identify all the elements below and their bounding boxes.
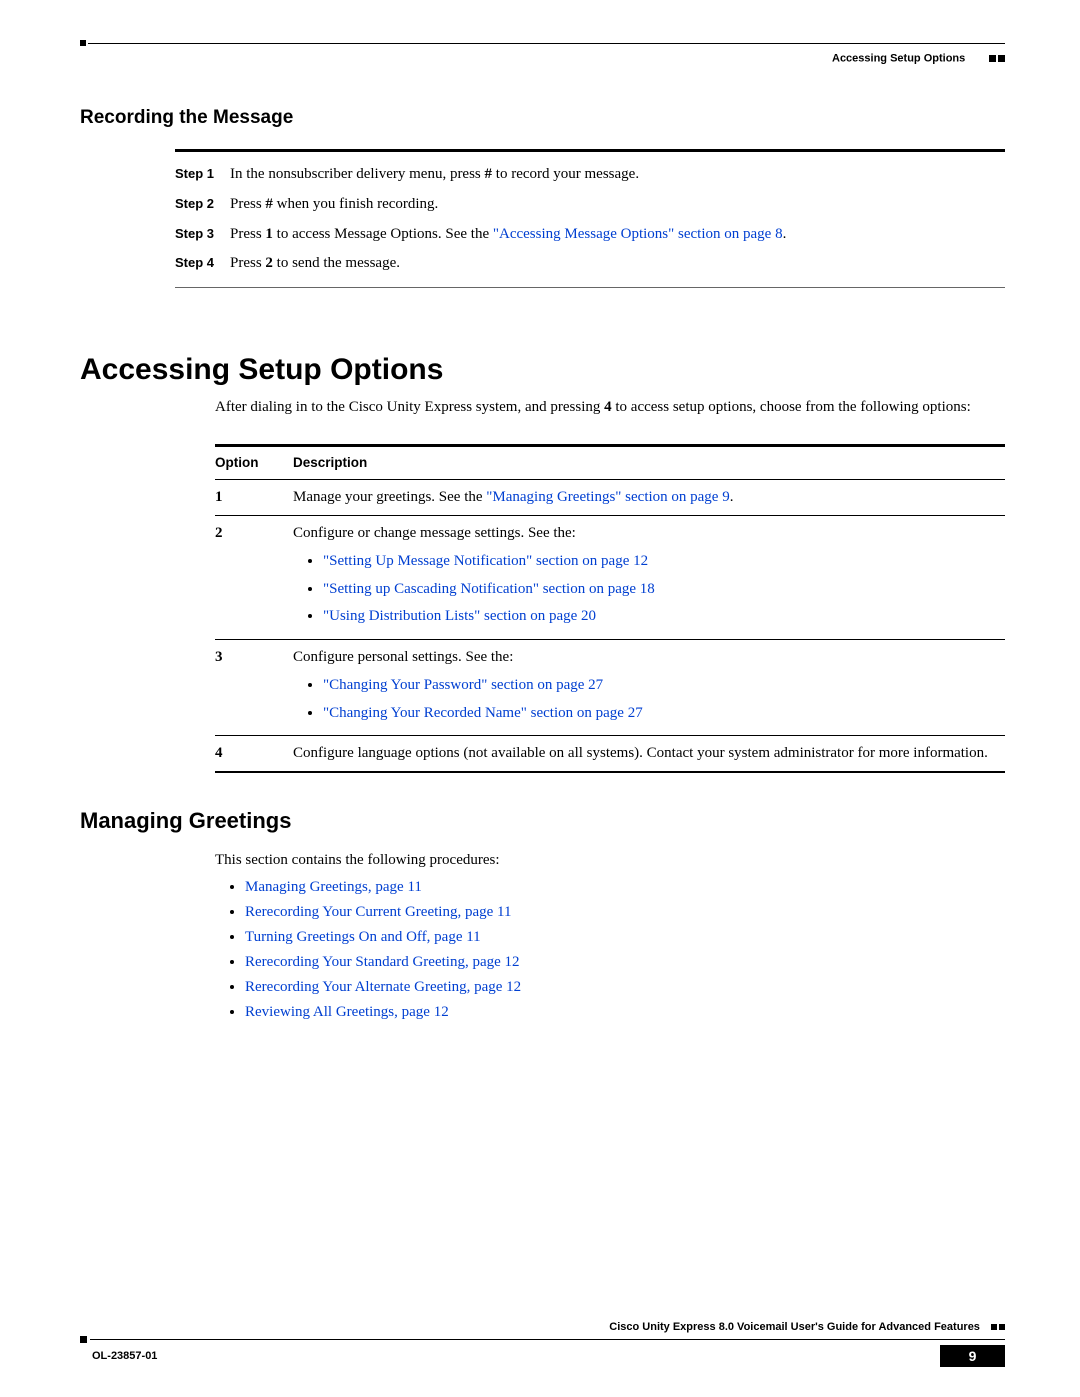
xref-link[interactable]: Reviewing All Greetings, page 12 bbox=[245, 1004, 449, 1020]
option-sublist: "Changing Your Password" section on page… bbox=[293, 674, 997, 724]
page-number-box: 9 bbox=[940, 1345, 1005, 1367]
xref-link[interactable]: Rerecording Your Current Greeting, page … bbox=[245, 904, 511, 920]
header-rule bbox=[80, 40, 1005, 46]
options-col-head-option: Option bbox=[215, 445, 293, 479]
footer-bottom-row: OL-23857-01 9 bbox=[80, 1345, 1005, 1367]
document-page: Accessing Setup Options Recording the Me… bbox=[0, 0, 1080, 1397]
list-item: Rerecording Your Standard Greeting, page… bbox=[245, 954, 1005, 971]
list-item: Turning Greetings On and Off, page 11 bbox=[245, 929, 1005, 946]
list-item: Rerecording Your Alternate Greeting, pag… bbox=[245, 979, 1005, 996]
xref-link[interactable]: "Setting up Cascading Notification" sect… bbox=[323, 581, 655, 597]
setup-heading: Accessing Setup Options bbox=[80, 353, 1005, 387]
list-item: Managing Greetings, page 11 bbox=[245, 879, 1005, 896]
option-desc: Configure or change message settings. Se… bbox=[293, 515, 1005, 639]
table-row: 1 Manage your greetings. See the "Managi… bbox=[215, 480, 1005, 516]
options-col-head-desc: Description bbox=[293, 445, 1005, 479]
header-tick-icon bbox=[80, 40, 86, 46]
footer-tick-icon bbox=[80, 1336, 87, 1343]
footer-doc-number: OL-23857-01 bbox=[92, 1350, 157, 1362]
steps-top-rule bbox=[175, 149, 1005, 152]
option-desc: Manage your greetings. See the "Managing… bbox=[293, 480, 1005, 516]
steps-list: Step 1 In the nonsubscriber delivery men… bbox=[175, 160, 1005, 279]
option-number: 2 bbox=[215, 515, 293, 639]
step-text: Press 1 to access Message Options. See t… bbox=[230, 224, 1005, 246]
header-squares-icon bbox=[987, 50, 1005, 67]
step-label: Step 2 bbox=[175, 194, 230, 216]
option-desc: Configure language options (not availabl… bbox=[293, 736, 1005, 772]
step-text: In the nonsubscriber delivery menu, pres… bbox=[230, 164, 1005, 186]
options-table: Option Description 1 Manage your greetin… bbox=[215, 444, 1005, 773]
greetings-lead: This section contains the following proc… bbox=[215, 852, 1005, 869]
header-line bbox=[88, 43, 1005, 44]
list-item: Rerecording Your Current Greeting, page … bbox=[245, 904, 1005, 921]
xref-link[interactable]: "Changing Your Password" section on page… bbox=[323, 677, 603, 693]
xref-link[interactable]: "Setting Up Message Notification" sectio… bbox=[323, 553, 648, 569]
steps-bottom-rule bbox=[175, 287, 1005, 288]
list-item: "Setting up Cascading Notification" sect… bbox=[323, 578, 997, 601]
procedures-list: Managing Greetings, page 11 Rerecording … bbox=[215, 879, 1005, 1021]
step-text: Press # when you finish recording. bbox=[230, 194, 1005, 216]
table-row: 4 Configure language options (not availa… bbox=[215, 736, 1005, 772]
option-number: 3 bbox=[215, 639, 293, 736]
option-number: 1 bbox=[215, 480, 293, 516]
xref-link[interactable]: Turning Greetings On and Off, page 11 bbox=[245, 929, 481, 945]
step-label: Step 4 bbox=[175, 253, 230, 275]
header-chapter-label: Accessing Setup Options bbox=[832, 53, 965, 65]
table-row: 2 Configure or change message settings. … bbox=[215, 515, 1005, 639]
footer-guide-title: Cisco Unity Express 8.0 Voicemail User's… bbox=[609, 1321, 980, 1333]
step-text: Press 2 to send the message. bbox=[230, 253, 1005, 275]
xref-link[interactable]: "Changing Your Recorded Name" section on… bbox=[323, 705, 643, 721]
footer-squares-icon bbox=[989, 1321, 1005, 1333]
step-row: Step 4 Press 2 to send the message. bbox=[175, 249, 1005, 279]
footer-line bbox=[90, 1339, 1005, 1340]
recording-heading: Recording the Message bbox=[80, 107, 1005, 129]
step-row: Step 1 In the nonsubscriber delivery men… bbox=[175, 160, 1005, 190]
step-row: Step 3 Press 1 to access Message Options… bbox=[175, 220, 1005, 250]
list-item: "Changing Your Recorded Name" section on… bbox=[323, 702, 997, 725]
option-desc: Configure personal settings. See the: "C… bbox=[293, 639, 1005, 736]
footer-guide-row: Cisco Unity Express 8.0 Voicemail User's… bbox=[80, 1321, 1005, 1333]
list-item: "Using Distribution Lists" section on pa… bbox=[323, 605, 997, 628]
table-row: 3 Configure personal settings. See the: … bbox=[215, 639, 1005, 736]
step-label: Step 1 bbox=[175, 164, 230, 186]
step-row: Step 2 Press # when you finish recording… bbox=[175, 190, 1005, 220]
xref-link[interactable]: "Managing Greetings" section on page 9 bbox=[486, 489, 729, 505]
xref-link[interactable]: "Using Distribution Lists" section on pa… bbox=[323, 608, 596, 624]
footer-rule bbox=[80, 1336, 1005, 1343]
xref-link[interactable]: Rerecording Your Alternate Greeting, pag… bbox=[245, 979, 521, 995]
greetings-heading: Managing Greetings bbox=[80, 808, 1005, 834]
xref-link[interactable]: "Accessing Message Options" section on p… bbox=[493, 226, 783, 242]
xref-link[interactable]: Managing Greetings, page 11 bbox=[245, 879, 422, 895]
option-sublist: "Setting Up Message Notification" sectio… bbox=[293, 550, 997, 628]
list-item: Reviewing All Greetings, page 12 bbox=[245, 1004, 1005, 1021]
list-item: "Setting Up Message Notification" sectio… bbox=[323, 550, 997, 573]
list-item: "Changing Your Password" section on page… bbox=[323, 674, 997, 697]
step-label: Step 3 bbox=[175, 224, 230, 246]
header-label-row: Accessing Setup Options bbox=[80, 50, 1005, 67]
setup-intro: After dialing in to the Cisco Unity Expr… bbox=[215, 397, 1005, 419]
xref-link[interactable]: Rerecording Your Standard Greeting, page… bbox=[245, 954, 520, 970]
page-footer: Cisco Unity Express 8.0 Voicemail User's… bbox=[80, 1321, 1005, 1367]
option-number: 4 bbox=[215, 736, 293, 772]
